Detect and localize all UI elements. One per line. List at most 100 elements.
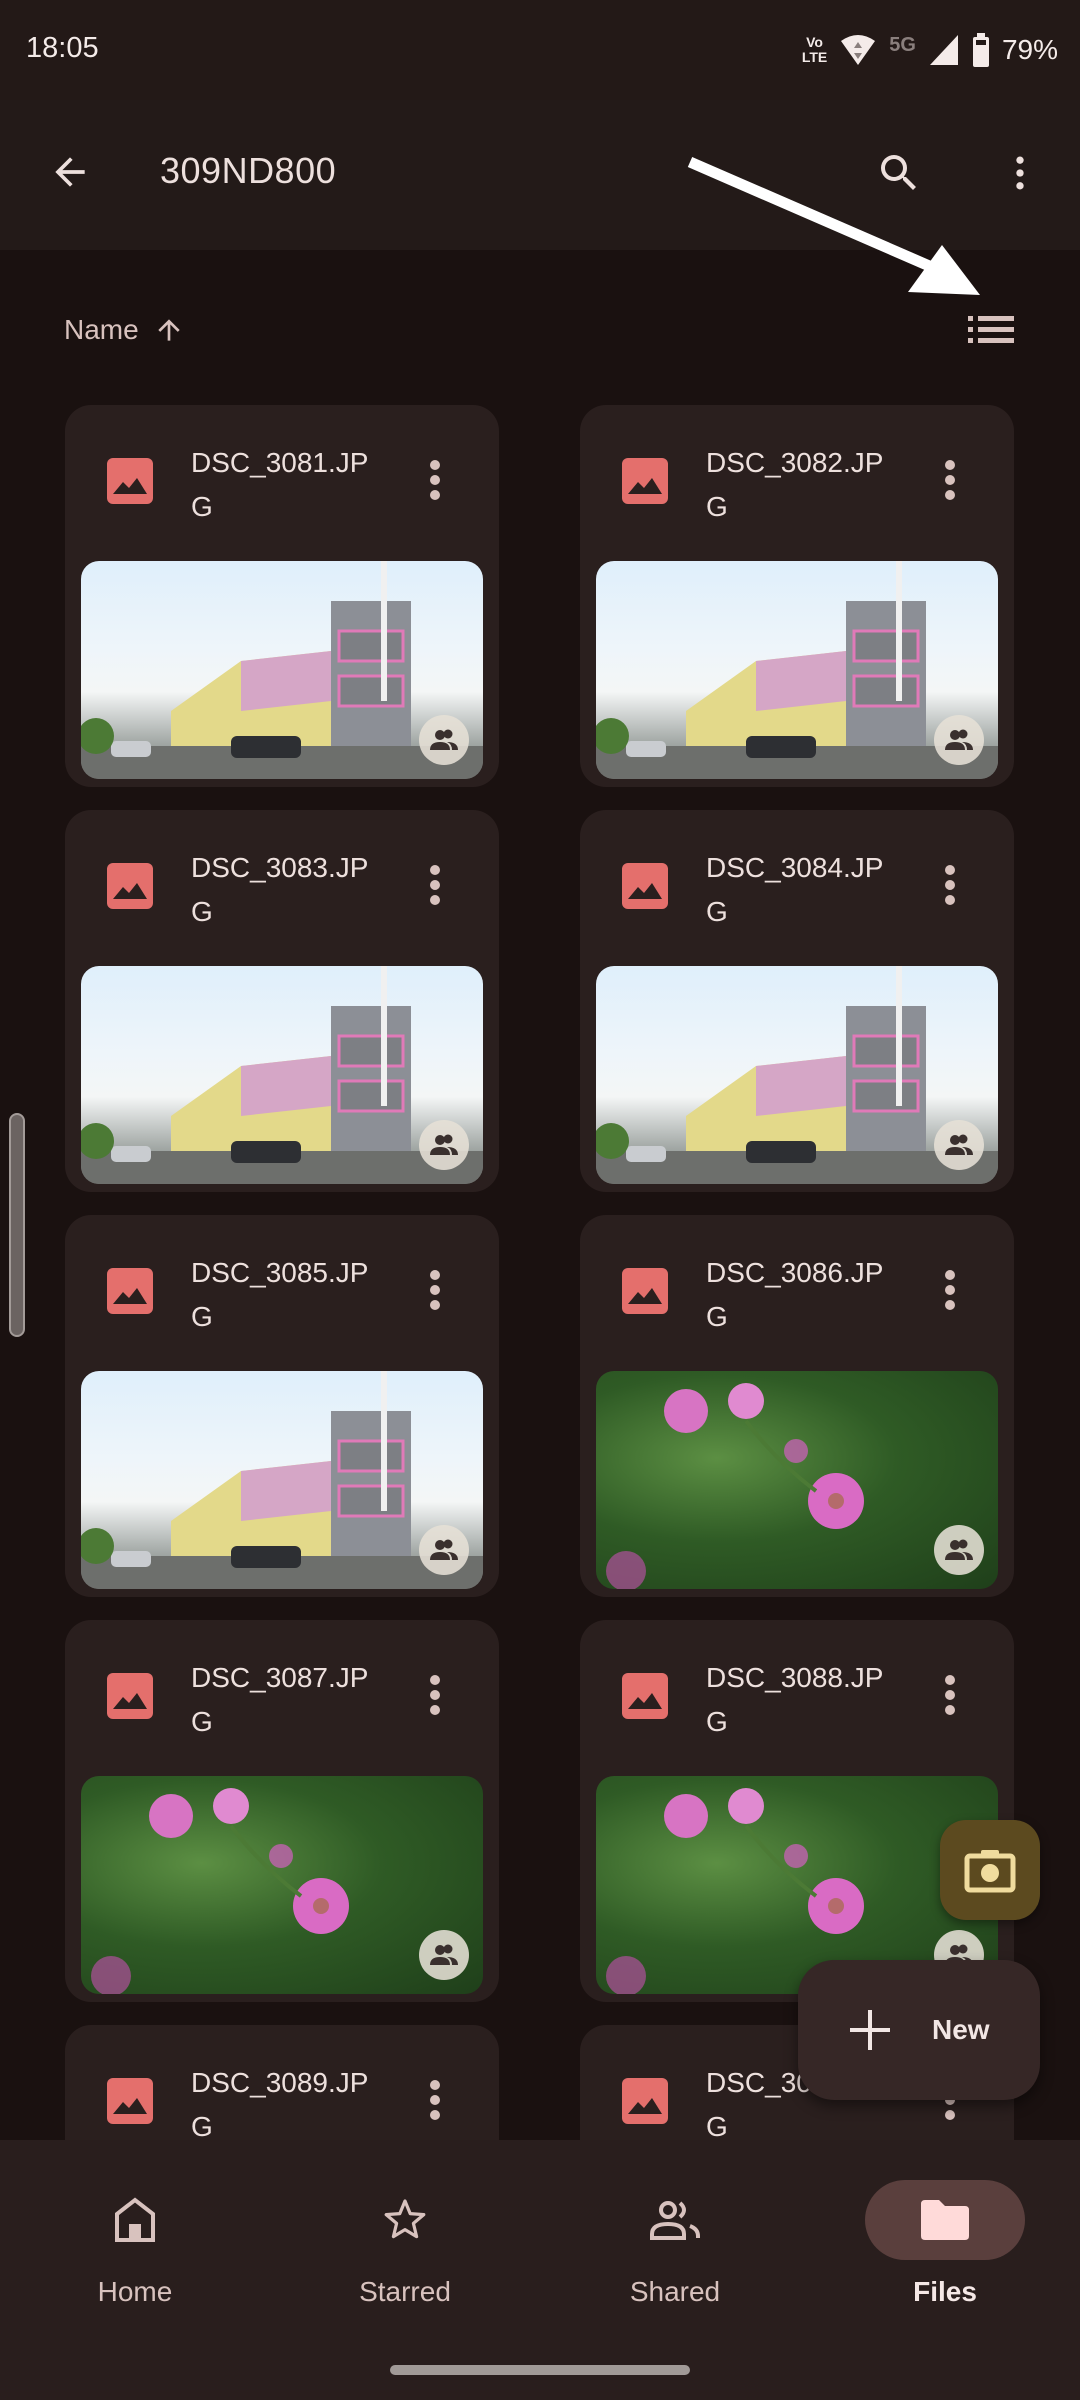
image-file-icon (107, 863, 153, 909)
file-card[interactable]: DSC_3087.JPG (65, 1620, 499, 2002)
bottom-navigation: Home Starred Shared Files (0, 2140, 1080, 2400)
file-card[interactable]: DSC_3081.JPG (65, 405, 499, 787)
nav-label-shared: Shared (629, 2276, 721, 2307)
star-icon (384, 2199, 426, 2239)
more-vert-dot (945, 1705, 955, 1715)
image-file-icon (107, 2078, 153, 2124)
file-name: DSC_3086.JPG (706, 1257, 884, 1332)
more-vert-dot (430, 475, 440, 485)
more-vert-dot (945, 490, 955, 500)
nav-item-home[interactable]: Home (35, 2180, 235, 2310)
people-icon (430, 1134, 458, 1155)
image-file-icon (622, 1673, 668, 1719)
file-card[interactable]: DSC_3083.JPG (65, 810, 499, 1192)
more-vert-icon (945, 1270, 955, 1280)
file-name: DSC_3081.JPG (191, 447, 369, 522)
people-icon (430, 1944, 458, 1965)
nav-pill-shared (595, 2180, 755, 2260)
more-vert-dot (945, 1285, 955, 1295)
more-vert-dot (945, 880, 955, 890)
nav-label-home: Home (97, 2276, 173, 2307)
more-vert-dot (430, 1300, 440, 1310)
nav-item-shared[interactable]: Shared (575, 2180, 775, 2310)
camera-icon (964, 1850, 1016, 1893)
file-name: DSC_3083.JPG (191, 852, 369, 927)
people-icon (430, 1539, 458, 1560)
sort-control[interactable]: Name (64, 310, 185, 350)
more-vert-icon (430, 460, 440, 470)
image-file-icon (622, 2078, 668, 2124)
people-icon (650, 2201, 700, 2240)
shared-badge (934, 1525, 984, 1575)
file-thumbnail[interactable] (596, 966, 998, 1184)
image-file-icon (622, 863, 668, 909)
file-card[interactable]: DSC_3089.JPG (65, 2025, 499, 2140)
file-name: DSC_3088.JPG (706, 1662, 884, 1737)
more-vert-dot (430, 1285, 440, 1295)
more-vert-icon (945, 1675, 955, 1685)
shared-badge (419, 715, 469, 765)
more-vert-icon (430, 1675, 440, 1685)
file-name: DSC_3084.JPG (706, 852, 884, 927)
file-more-options-button[interactable] (415, 1670, 455, 1720)
image-file-icon (622, 1268, 668, 1314)
file-card[interactable]: DSC_3084.JPG (580, 810, 1014, 1192)
folder-icon (921, 2200, 969, 2240)
people-icon (430, 729, 458, 750)
file-thumbnail[interactable] (81, 1776, 483, 1994)
shared-badge (419, 1930, 469, 1980)
file-thumbnail[interactable] (81, 561, 483, 779)
file-thumbnail[interactable] (81, 1371, 483, 1589)
scan-camera-button[interactable] (940, 1820, 1040, 1920)
file-card[interactable]: DSC_3088.JPG (580, 1620, 1014, 2002)
nav-pill-home (55, 2180, 215, 2260)
arrow-upward-icon (158, 319, 180, 341)
file-card[interactable]: DSC_3085.JPG (65, 1215, 499, 1597)
file-card[interactable]: DSC_3086.JPG (580, 1215, 1014, 1597)
more-vert-dot (945, 2110, 955, 2120)
file-name: DSC_3087.JPG (191, 1662, 369, 1737)
more-vert-dot (430, 2095, 440, 2105)
nav-pill-files (865, 2180, 1025, 2260)
file-name: DSC_3085.JPG (191, 1257, 369, 1332)
file-more-options-button[interactable] (415, 1265, 455, 1315)
file-thumbnail[interactable] (596, 561, 998, 779)
image-file-icon (107, 1268, 153, 1314)
more-vert-dot (430, 880, 440, 890)
new-button[interactable]: New (798, 1960, 1040, 2100)
more-vert-dot (945, 1690, 955, 1700)
file-more-options-button[interactable] (930, 1670, 970, 1720)
scrollbar-thumb[interactable] (9, 1113, 25, 1337)
home-gesture-bar[interactable] (390, 2365, 690, 2375)
plus-icon (850, 2010, 890, 2050)
file-more-options-button[interactable] (930, 455, 970, 505)
image-file-icon (107, 458, 153, 504)
people-icon (945, 1134, 973, 1155)
nav-item-files[interactable]: Files (845, 2180, 1045, 2310)
list-view-icon (968, 316, 1014, 343)
file-thumbnail[interactable] (596, 1371, 998, 1589)
more-vert-dot (430, 895, 440, 905)
file-more-options-button[interactable] (930, 1265, 970, 1315)
shared-badge (419, 1120, 469, 1170)
more-vert-icon (945, 865, 955, 875)
image-file-icon (107, 1673, 153, 1719)
file-more-options-button[interactable] (415, 455, 455, 505)
more-vert-dot (430, 1705, 440, 1715)
people-icon (945, 729, 973, 750)
file-more-options-button[interactable] (415, 860, 455, 910)
nav-pill-starred (325, 2180, 485, 2260)
file-more-options-button[interactable] (415, 2075, 455, 2125)
people-icon (945, 1539, 973, 1560)
file-more-options-button[interactable] (930, 860, 970, 910)
nav-label-files: Files (913, 2276, 977, 2307)
file-thumbnail[interactable] (81, 966, 483, 1184)
list-view-toggle[interactable] (966, 310, 1016, 350)
more-vert-dot (945, 1300, 955, 1310)
more-vert-dot (945, 475, 955, 485)
nav-item-starred[interactable]: Starred (305, 2180, 505, 2310)
more-vert-icon (430, 1270, 440, 1280)
file-card[interactable]: DSC_3082.JPG (580, 405, 1014, 787)
more-vert-icon (945, 460, 955, 470)
image-file-icon (622, 458, 668, 504)
